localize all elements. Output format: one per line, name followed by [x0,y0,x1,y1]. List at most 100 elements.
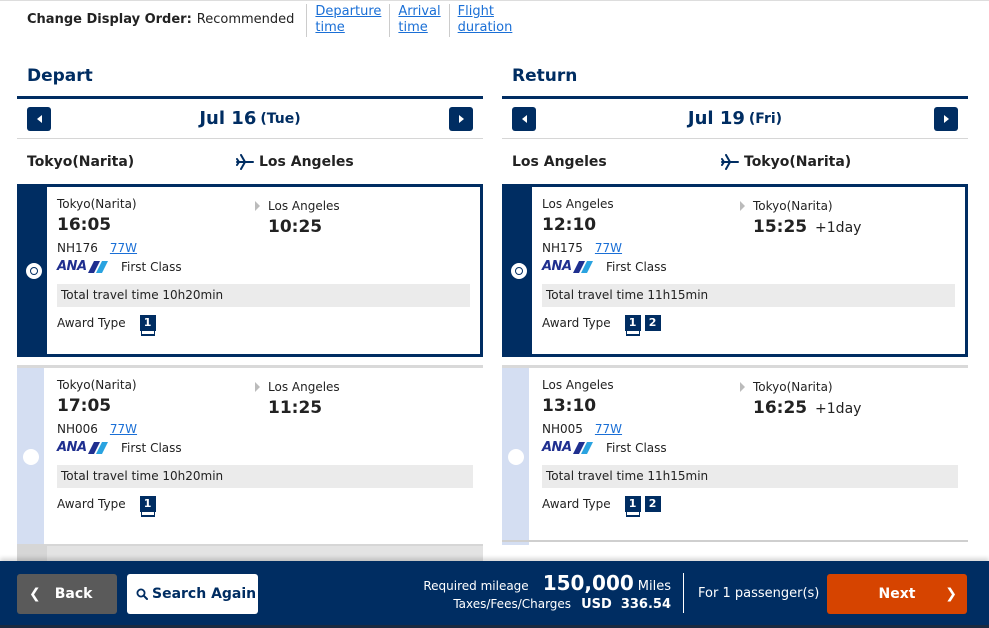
flight-destination-wrap: Tokyo(Narita) [740,199,861,213]
flight-destination-wrap: Tokyo(Narita) [740,380,861,394]
arrival-time-wrap: 15:25 +1day [753,217,861,237]
arrival-block: Tokyo(Narita) 15:25 +1day [740,199,861,237]
sort-link-text: Flight [457,4,494,19]
return-date: Jul 19 [687,108,745,129]
chevron-left-icon [36,115,42,123]
next-day-indicator: +1day [815,220,862,236]
flight-destination-wrap: Los Angeles [255,380,340,394]
tax-value: USD 336.54 [581,597,671,612]
award-type-badge[interactable]: 1 [624,315,641,331]
flight-option-card[interactable]: Tokyo(Narita) 16:05 Los Angeles 10:25 NH… [17,184,483,357]
sort-flight-duration-link[interactable]: Flight duration [448,4,521,37]
passenger-count: For 1 passenger(s) [698,586,820,601]
aircraft-type-link[interactable]: 77W [110,422,137,436]
flight-destination: Los Angeles [268,199,340,213]
return-route-from: Los Angeles [512,153,607,170]
award-type-row: Award Type 1 [57,315,470,331]
return-prev-date-button[interactable] [512,107,536,131]
arrow-right-icon [255,201,260,211]
arrival-block: Los Angeles 10:25 [255,199,340,237]
flight-select-radio[interactable] [510,262,527,279]
flight-number: NH175 [542,241,583,255]
return-title: Return [512,66,578,86]
back-label: Back [54,586,93,602]
flight-number-row: NH005 77W [542,422,958,436]
chevron-right-icon [458,115,464,123]
flight-destination: Tokyo(Narita) [753,380,833,394]
mileage-summary: Required mileage 150,000 Miles Taxes/Fee… [423,571,671,612]
flight-number: NH176 [57,241,98,255]
total-travel-time: Total travel time 11h15min [542,284,955,307]
award-type-badge[interactable]: 1 [139,315,156,331]
award-type-badge[interactable]: 1 [139,496,156,512]
aircraft-type-link[interactable]: 77W [595,422,622,436]
sort-link-text: duration [457,20,513,35]
flight-select-radio[interactable] [25,262,42,279]
flight-option-card[interactable]: Tokyo(Narita) 17:05 Los Angeles 11:25 NH… [17,365,483,545]
arrival-time: 11:25 [268,398,323,418]
depart-prev-date-button[interactable] [27,107,51,131]
depart-column: Depart Jul 16 (Tue) Tokyo(Narita) Los An… [17,56,483,545]
arrival-time: 10:25 [268,217,323,237]
search-again-label: Search Again [152,586,257,602]
flight-number: NH006 [57,422,98,436]
list-end-divider [502,540,968,542]
sort-label: Change Display Order: [27,12,192,27]
award-type-badge[interactable]: 1 [624,496,641,512]
search-icon [136,588,148,600]
depart-day: (Tue) [260,110,301,127]
award-type-label: Award Type [542,497,611,511]
arrival-block: Los Angeles 11:25 [255,380,340,418]
airline-name: ANA [57,440,87,455]
award-type-badge[interactable]: 2 [644,315,661,331]
flight-destination: Tokyo(Narita) [753,199,833,213]
arrival-time-wrap: 16:25 +1day [753,398,861,418]
sort-link-text: Departure [315,4,382,19]
footer-bar: ❮ Back Search Again Required mileage 150… [0,561,989,628]
cabin-class: First Class [121,440,182,455]
flight-option-card[interactable]: Los Angeles 12:10 Tokyo(Narita) 15:25 +1… [502,184,968,357]
flight-select-radio[interactable] [507,448,524,465]
aircraft-type-link[interactable]: 77W [595,241,622,255]
sort-arrival-time-link[interactable]: Arrival time [389,4,448,37]
chevron-left-icon: ❮ [29,586,41,602]
aircraft-type-link[interactable]: 77W [110,241,137,255]
chevron-right-icon [943,115,949,123]
top-divider [0,0,989,1]
sort-link-text: Arrival [398,4,441,19]
award-type-badge[interactable]: 2 [644,496,661,512]
sort-bar: Change Display Order: Recommended Depart… [27,4,520,38]
depart-route: Tokyo(Narita) Los Angeles [17,139,483,184]
sort-departure-time-link[interactable]: Departure time [306,4,389,37]
award-badges: 1 [139,496,160,512]
mileage-value: 150,000 [542,571,634,595]
return-next-date-button[interactable] [934,107,958,131]
arrow-right-icon [740,382,745,392]
depart-title: Depart [27,66,93,86]
award-type-row: Award Type 12 [542,315,955,331]
return-route-to-wrap: Tokyo(Narita) [721,153,852,170]
ana-logo-icon: ANA [57,440,113,455]
total-travel-time: Total travel time 10h20min [57,465,473,488]
depart-route-to-wrap: Los Angeles [236,153,354,170]
arrow-right-icon [740,201,745,211]
return-route-to: Tokyo(Narita) [744,153,852,170]
depart-flight-list: Tokyo(Narita) 16:05 Los Angeles 10:25 NH… [17,184,483,545]
flight-destination-wrap: Los Angeles [255,199,340,213]
airline-name: ANA [542,259,572,274]
flight-select-radio[interactable] [22,448,39,465]
award-type-label: Award Type [57,497,126,511]
back-button[interactable]: ❮ Back [17,574,117,614]
airline-name: ANA [542,440,572,455]
card-rail [502,368,529,545]
flight-option-card[interactable]: Los Angeles 13:10 Tokyo(Narita) 16:25 +1… [502,365,968,545]
flight-details: Los Angeles 12:10 Tokyo(Narita) 15:25 +1… [532,187,965,354]
next-day-indicator: +1day [815,401,862,417]
airline-row: ANA First Class [57,259,470,274]
airplane-icon [721,153,739,170]
card-rail [505,187,532,354]
next-button[interactable]: Next ❯ [827,574,967,614]
depart-next-date-button[interactable] [449,107,473,131]
search-again-button[interactable]: Search Again [127,574,258,614]
airline-name: ANA [57,259,87,274]
